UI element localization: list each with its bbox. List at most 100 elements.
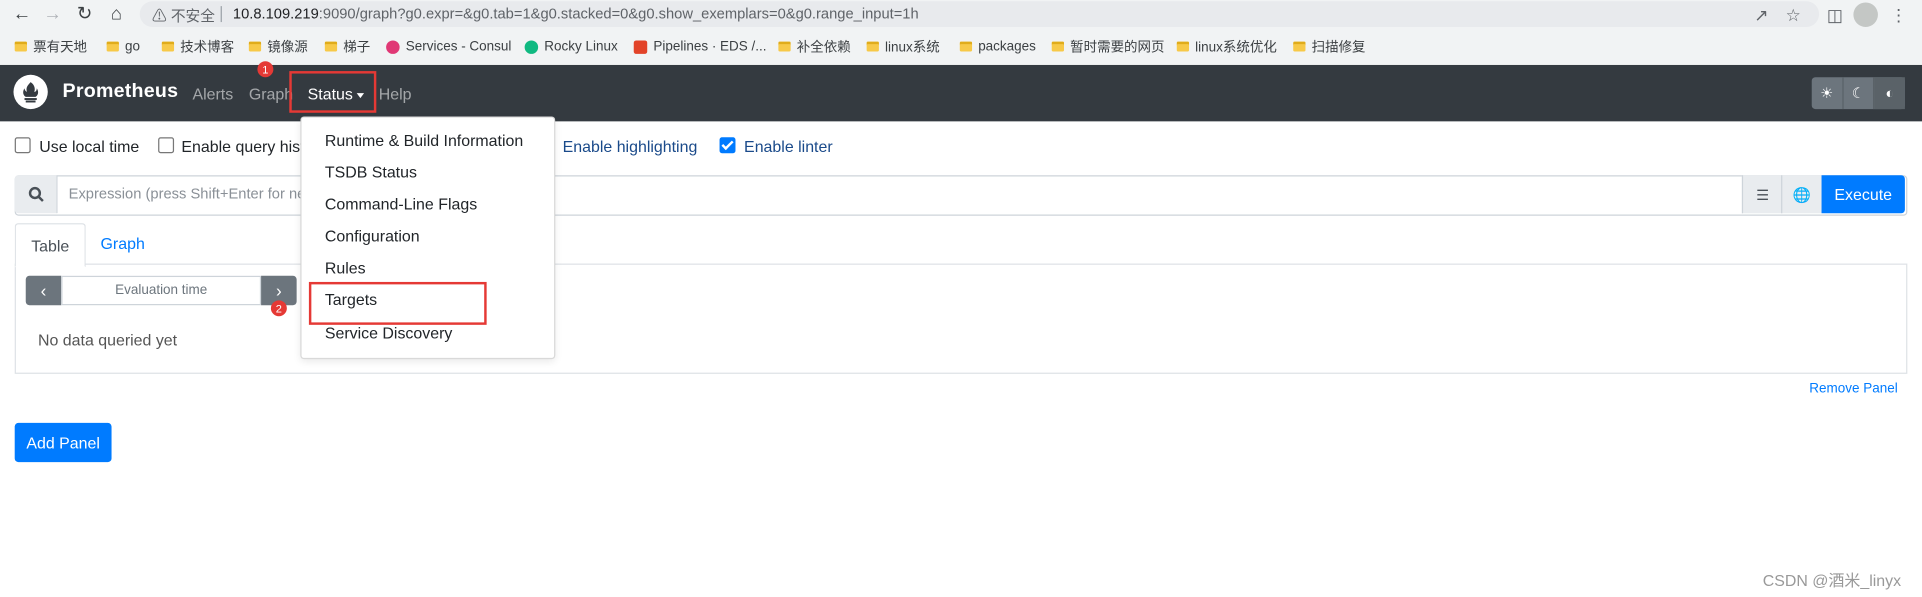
bookmark-item[interactable]: Rocky Linux <box>524 37 618 57</box>
folder-icon <box>866 41 879 52</box>
step-1-badge: 1 <box>257 61 274 78</box>
moon-icon[interactable]: ☾ <box>1843 77 1875 110</box>
bookmark-item[interactable]: 技术博客 <box>161 37 235 57</box>
folder-icon <box>161 41 175 52</box>
evaluation-time-input[interactable]: Evaluation time <box>61 275 262 306</box>
folder-icon <box>324 41 338 52</box>
bookmark-item[interactable]: linux系统优化 <box>1176 37 1277 57</box>
insecure-label: 不安全 <box>170 7 215 25</box>
folder-icon <box>778 41 791 52</box>
consul-icon <box>386 39 400 54</box>
bookmark-item[interactable]: 补全依赖 <box>778 37 851 57</box>
gitlab-icon <box>633 39 648 54</box>
insecure-indicator[interactable]: ⚠ 不安全 <box>152 5 215 26</box>
folder-icon <box>248 41 262 52</box>
add-panel-button[interactable]: Add Panel <box>14 422 112 463</box>
query-history-checkbox[interactable] <box>158 137 175 154</box>
menu-item-tsdb-status[interactable]: TSDB Status <box>325 163 417 181</box>
url-divider <box>220 6 222 23</box>
bookmark-item[interactable]: 梯子 <box>324 37 371 57</box>
watermark: CSDN @酒米_linyx <box>1762 571 1902 590</box>
bookmark-item[interactable]: go <box>106 37 141 57</box>
bookmark-label: Pipelines · EDS /... <box>653 39 767 54</box>
folder-icon <box>14 41 27 52</box>
folder-icon <box>1051 41 1064 52</box>
menu-item-rules[interactable]: Rules <box>325 259 366 277</box>
share-icon[interactable]: ↗ <box>1750 4 1772 26</box>
bookmark-item[interactable]: Services - Consul <box>386 37 511 57</box>
rocky-icon <box>524 39 539 54</box>
bookmark-item[interactable]: 镜像源 <box>248 37 308 57</box>
menu-item-runtime-build[interactable]: Runtime & Build Information <box>325 131 523 149</box>
query-history-label: Enable query hist <box>181 137 305 156</box>
contrast-icon[interactable]: ◐ <box>1874 77 1905 110</box>
warning-icon: ⚠ <box>151 7 167 25</box>
targets-highlight-box <box>308 281 487 325</box>
linter-checkbox[interactable] <box>719 137 736 154</box>
highlighting-label: Enable highlighting <box>562 137 698 156</box>
prometheus-logo-icon[interactable] <box>13 74 48 110</box>
bookmark-label: 镜像源 <box>267 40 308 56</box>
bookmark-label: Services - Consul <box>405 39 512 54</box>
bookmark-item[interactable]: 扫描修复 <box>1293 37 1366 57</box>
menu-item-configuration[interactable]: Configuration <box>325 227 420 245</box>
panel-body <box>14 263 1908 374</box>
nav-graph[interactable]: Graph <box>249 85 293 103</box>
bookmark-label: 梯子 <box>343 40 371 56</box>
step-2-badge: 2 <box>270 300 287 317</box>
url-host: 10.8.109.219 <box>232 4 319 23</box>
bookmark-label: linux系统优化 <box>1195 40 1277 56</box>
bookmark-item[interactable]: packages <box>959 37 1036 57</box>
status-highlight-box <box>289 71 377 113</box>
folder-icon <box>1176 41 1190 52</box>
home-icon[interactable]: ⌂ <box>105 4 127 26</box>
bookmark-label: 技术博客 <box>180 40 235 56</box>
bookmark-label: go <box>125 39 141 54</box>
search-icon <box>14 175 58 214</box>
bookmark-label: linux系统 <box>885 40 940 56</box>
nav-alerts[interactable]: Alerts <box>192 85 233 103</box>
back-icon[interactable]: ← <box>11 4 33 26</box>
bookmark-item[interactable]: linux系统 <box>866 37 940 57</box>
theme-toggle-group: ☀ ☾ ◐ <box>1811 77 1905 110</box>
no-data-message: No data queried yet <box>37 330 178 350</box>
bookmark-label: Rocky Linux <box>544 39 618 54</box>
brand-title[interactable]: Prometheus <box>63 81 179 103</box>
bookmark-item[interactable]: 暂时需要的网页 <box>1051 37 1165 57</box>
expression-placeholder: Expression (press Shift+Enter for ne <box>68 185 306 203</box>
menu-item-command-line-flags[interactable]: Command-Line Flags <box>325 195 477 213</box>
url-text[interactable]: 10.8.109.219:9090/graph?g0.expr=&g0.tab=… <box>233 5 919 22</box>
execute-button[interactable]: Execute <box>1821 175 1905 214</box>
tab-graph[interactable]: Graph <box>101 234 145 252</box>
folder-icon <box>959 41 973 52</box>
eval-time-back-button[interactable]: ‹ <box>25 275 62 306</box>
bookmark-label: 票有天地 <box>33 40 88 56</box>
menu-icon[interactable]: ⋮ <box>1888 4 1910 26</box>
bookmark-label: 补全依赖 <box>796 40 851 56</box>
forward-icon[interactable]: → <box>42 4 64 26</box>
profile-avatar[interactable] <box>1853 2 1878 27</box>
sidepanel-icon[interactable]: ◫ <box>1824 4 1846 26</box>
linter-label: Enable linter <box>744 137 833 156</box>
chevron-right-icon: › <box>275 280 282 301</box>
format-expression-icon[interactable]: ☰ <box>1741 175 1783 214</box>
tab-table[interactable]: Table <box>14 223 86 268</box>
use-local-time-label: Use local time <box>39 137 140 156</box>
folder-icon <box>106 41 119 52</box>
sun-icon[interactable]: ☀ <box>1812 77 1844 110</box>
use-local-time-checkbox[interactable] <box>14 137 31 154</box>
chevron-left-icon: ‹ <box>40 280 47 301</box>
evaluation-time-placeholder: Evaluation time <box>115 283 208 298</box>
bookmark-label: 暂时需要的网页 <box>1070 40 1165 56</box>
star-icon[interactable]: ☆ <box>1782 4 1804 26</box>
menu-item-service-discovery[interactable]: Service Discovery <box>325 324 453 342</box>
bookmark-item[interactable]: Pipelines · EDS /... <box>633 37 767 57</box>
url-path: :9090/graph?g0.expr=&g0.tab=1&g0.stacked… <box>318 4 919 23</box>
folder-icon <box>1293 41 1306 52</box>
metrics-explorer-icon[interactable]: 🌐 <box>1781 175 1822 214</box>
nav-help[interactable]: Help <box>379 85 412 103</box>
remove-panel-link[interactable]: Remove Panel <box>1809 381 1897 396</box>
bookmark-label: 扫描修复 <box>1311 40 1366 56</box>
bookmark-item[interactable]: 票有天地 <box>14 37 88 57</box>
reload-icon[interactable]: ↻ <box>74 4 96 26</box>
